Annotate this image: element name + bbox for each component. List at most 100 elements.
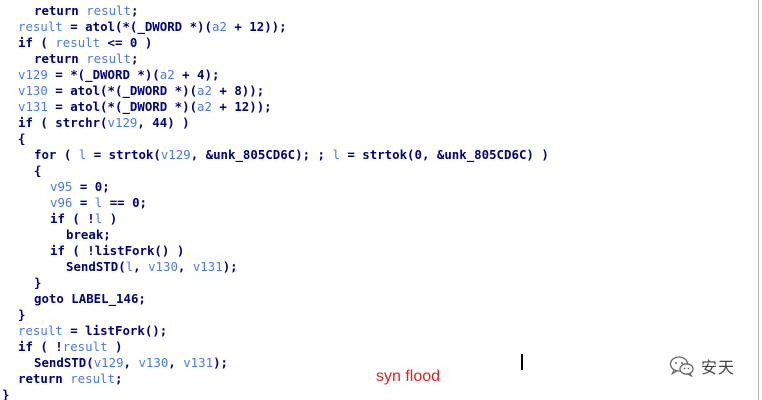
code-identifier: result (18, 323, 63, 338)
code-identifier: v130 (138, 355, 169, 370)
code-identifier: a2 (211, 19, 227, 34)
code-identifier: v96 (50, 195, 73, 210)
code-identifier: result (86, 3, 131, 18)
code-identifier: l (332, 147, 340, 162)
code-line[interactable]: v130 = atol(*(_DWORD *)(a2 + 8)); (2, 83, 549, 99)
code-identifier: v129 (160, 147, 191, 162)
code-line[interactable]: for ( l = strtok(v129, &unk_805CD6C); ; … (2, 147, 549, 163)
code-token: = strtok( (86, 147, 161, 162)
code-line[interactable]: } (2, 387, 549, 400)
code-token: + 8)); (211, 83, 265, 98)
text-cursor (521, 354, 523, 370)
code-token: return (34, 3, 87, 18)
code-token: if ( ! (50, 211, 95, 226)
code-token: = strtok(0, &unk_805CD6C) ) (339, 147, 549, 162)
code-line[interactable]: SendSTD(v129, v130, v131); (2, 355, 549, 371)
code-line[interactable]: result = listFork(); (2, 323, 549, 339)
code-token: goto LABEL_146; (34, 291, 146, 306)
code-line[interactable]: } (2, 307, 549, 323)
pseudocode-view[interactable]: return result; result = atol(*(_DWORD *)(… (0, 0, 759, 400)
code-token: , (123, 355, 139, 370)
code-token: = *(_DWORD *)( (47, 67, 160, 82)
code-identifier: result (62, 339, 108, 354)
code-line[interactable]: if ( strchr(v129, 44) ) (2, 115, 549, 131)
code-identifier: v129 (93, 355, 124, 370)
code-token: break; (66, 227, 111, 242)
code-line[interactable]: } (2, 275, 549, 291)
code-token: ; (130, 3, 139, 18)
code-line[interactable]: if ( !l ) (2, 211, 549, 227)
code-line[interactable]: return result; (2, 51, 549, 67)
code-token: ) (102, 211, 118, 226)
code-token: = listFork(); (62, 323, 168, 338)
code-token: ; (114, 371, 123, 386)
code-token: + 12)); (226, 19, 287, 34)
code-line[interactable]: break; (2, 227, 549, 243)
code-token: ) (107, 339, 123, 354)
code-token: ); (222, 259, 238, 274)
code-identifier: v129 (107, 115, 138, 130)
code-identifier: result (18, 19, 63, 34)
code-token: == 0; (102, 195, 148, 210)
code-identifier: v129 (18, 67, 48, 82)
code-identifier: v131 (18, 99, 48, 114)
annotation-label: syn flood (376, 368, 441, 385)
wechat-icon (669, 356, 694, 377)
code-token: return (34, 51, 87, 66)
code-token: { (34, 163, 42, 178)
code-line[interactable]: result = atol(*(_DWORD *)(a2 + 12)); (2, 19, 549, 35)
code-token: } (2, 387, 10, 400)
code-identifier: result (86, 51, 131, 66)
code-token: ); (213, 355, 228, 370)
code-token: } (34, 275, 42, 290)
code-token: = atol(*(_DWORD *)( (47, 83, 198, 98)
code-token: return (18, 371, 71, 386)
code-line[interactable]: goto LABEL_146; (2, 291, 549, 307)
code-line[interactable]: if ( !result ) (2, 339, 549, 355)
code-token: if ( !listFork() ) (50, 243, 185, 258)
code-line[interactable]: v96 = l == 0; (2, 195, 549, 211)
code-token: SendSTD( (34, 355, 94, 370)
watermark: 安天 (669, 354, 735, 378)
code-token: , (168, 355, 184, 370)
code-identifier: v130 (18, 83, 48, 98)
code-identifier: a2 (197, 99, 212, 114)
code-token: SendSTD( (66, 259, 126, 274)
code-token: = atol(*(_DWORD *)( (62, 19, 212, 34)
code-line[interactable]: v129 = *(_DWORD *)(a2 + 4); (2, 67, 549, 83)
code-line[interactable]: { (2, 131, 549, 147)
code-token: <= 0 ) (100, 35, 153, 50)
code-line[interactable]: if ( !listFork() ) (2, 243, 549, 259)
code-token: = (72, 195, 95, 210)
code-identifier: v131 (183, 355, 214, 370)
code-token: + 12)); (211, 99, 272, 114)
code-token: , (177, 259, 193, 274)
code-token: } (18, 307, 26, 322)
code-line[interactable]: if ( result <= 0 ) (2, 35, 549, 51)
code-token: , 44) ) (137, 115, 190, 130)
code-token: if ( strchr( (18, 115, 108, 130)
code-line[interactable]: return result; (2, 3, 549, 19)
code-line[interactable]: SendSTD(l, v130, v131); (2, 259, 549, 275)
code-line[interactable]: return result; (2, 371, 549, 387)
code-identifier: v131 (192, 259, 223, 274)
code-lines: return result; result = atol(*(_DWORD *)(… (2, 3, 549, 400)
code-token: ; (130, 51, 139, 66)
code-line[interactable]: { (2, 163, 549, 179)
code-identifier: a2 (197, 83, 212, 98)
code-token: , &unk_805CD6C); ; (190, 147, 333, 162)
code-identifier: v130 (148, 259, 178, 274)
code-token: = 0; (72, 179, 110, 194)
code-token: { (18, 131, 26, 146)
code-token: for ( (34, 147, 79, 162)
code-identifier: v95 (50, 179, 73, 194)
code-token: + 4); (174, 67, 220, 82)
code-token: = atol(*(_DWORD *)( (47, 99, 198, 114)
code-line[interactable]: v95 = 0; (2, 179, 549, 195)
watermark-text: 安天 (701, 358, 736, 377)
code-line[interactable]: v131 = atol(*(_DWORD *)(a2 + 12)); (2, 99, 549, 115)
code-token: if ( (18, 35, 56, 50)
code-token: if ( ! (18, 339, 63, 354)
code-identifier: a2 (159, 67, 175, 82)
code-identifier: result (70, 371, 115, 386)
